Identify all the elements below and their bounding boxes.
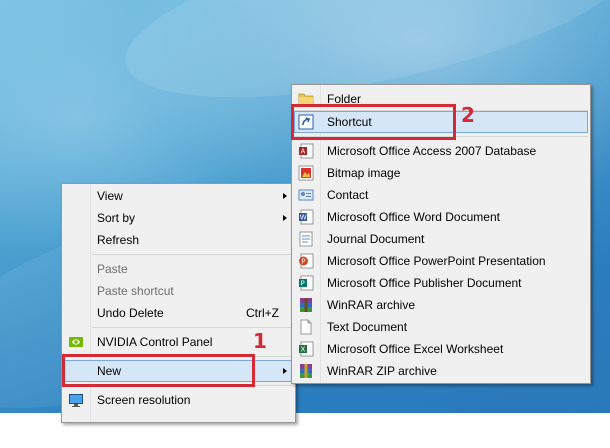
monitor-icon [68, 392, 84, 408]
desktop-context-menu: View Sort by Refresh Paste Paste shortcu… [61, 183, 296, 423]
journal-icon [298, 231, 314, 247]
chevron-right-icon [283, 215, 287, 221]
menu-item-label: View [97, 189, 123, 203]
menu-item-access-database[interactable]: A Microsoft Office Access 2007 Database [294, 140, 588, 162]
menu-item-winrar-zip-archive[interactable]: WinRAR ZIP archive [294, 360, 588, 382]
menu-item-label: WinRAR ZIP archive [327, 364, 437, 378]
menu-item-screen-resolution[interactable]: Screen resolution [64, 389, 293, 411]
menu-item-label: Undo Delete [97, 306, 164, 320]
powerpoint-icon: P [298, 253, 314, 269]
menu-item-label: Text Document [327, 320, 408, 334]
nvidia-icon [68, 334, 84, 350]
callout-box-new [62, 354, 255, 387]
text-document-icon [298, 319, 314, 335]
access-icon: A [298, 143, 314, 159]
menu-item-label: Microsoft Office PowerPoint Presentation [327, 254, 546, 268]
svg-text:A: A [301, 148, 306, 156]
menu-item-label: Microsoft Office Publisher Document [327, 276, 522, 290]
menu-item-undo-delete[interactable]: Undo Delete Ctrl+Z [64, 302, 293, 324]
menu-item-label: Journal Document [327, 232, 425, 246]
menu-item-shortcut: Ctrl+Z [246, 306, 279, 320]
menu-item-label: Screen resolution [97, 393, 191, 407]
menu-item-powerpoint-presentation[interactable]: P Microsoft Office PowerPoint Presentati… [294, 250, 588, 272]
menu-item-label: NVIDIA Control Panel [97, 335, 213, 349]
menu-item-publisher-document[interactable]: P Microsoft Office Publisher Document [294, 272, 588, 294]
svg-text:P: P [301, 280, 305, 288]
menu-item-refresh[interactable]: Refresh [64, 229, 293, 251]
menu-item-label: Refresh [97, 233, 140, 247]
menu-item-label: Bitmap image [327, 166, 401, 180]
menu-item-label: Microsoft Office Excel Worksheet [327, 342, 504, 356]
menu-item-sort-by[interactable]: Sort by [64, 207, 293, 229]
menu-item-label: Paste shortcut [97, 284, 174, 298]
contact-icon [298, 187, 314, 203]
svg-text:P: P [301, 258, 305, 266]
menu-item-paste[interactable]: Paste [64, 258, 293, 280]
publisher-icon: P [298, 275, 314, 291]
menu-item-bitmap-image[interactable]: Bitmap image [294, 162, 588, 184]
svg-text:W: W [300, 214, 307, 222]
bitmap-icon [298, 165, 314, 181]
menu-item-journal-document[interactable]: Journal Document [294, 228, 588, 250]
menu-item-contact[interactable]: Contact [294, 184, 588, 206]
menu-item-text-document[interactable]: Text Document [294, 316, 588, 338]
chevron-right-icon [283, 193, 287, 199]
chevron-right-icon [283, 368, 287, 374]
menu-item-label: Microsoft Office Word Document [327, 210, 500, 224]
menu-item-paste-shortcut[interactable]: Paste shortcut [64, 280, 293, 302]
step-number-2: 2 [461, 103, 475, 127]
menu-item-label: Contact [327, 188, 369, 202]
word-icon: W [298, 209, 314, 225]
menu-separator [92, 327, 293, 328]
menu-item-label: Paste [97, 262, 128, 276]
menu-item-excel-worksheet[interactable]: X Microsoft Office Excel Worksheet [294, 338, 588, 360]
step-number-1: 1 [253, 329, 267, 353]
menu-item-label: Sort by [97, 211, 136, 225]
menu-item-view[interactable]: View [64, 185, 293, 207]
callout-box-shortcut [291, 104, 456, 140]
menu-separator [92, 254, 293, 255]
menu-item-word-document[interactable]: W Microsoft Office Word Document [294, 206, 588, 228]
winrar-zip-icon [298, 363, 314, 379]
winrar-icon [298, 297, 314, 313]
menu-item-winrar-archive[interactable]: WinRAR archive [294, 294, 588, 316]
menu-item-label: WinRAR archive [327, 298, 416, 312]
svg-text:X: X [301, 346, 306, 354]
excel-icon: X [298, 341, 314, 357]
menu-item-label: Microsoft Office Access 2007 Database [327, 144, 537, 158]
